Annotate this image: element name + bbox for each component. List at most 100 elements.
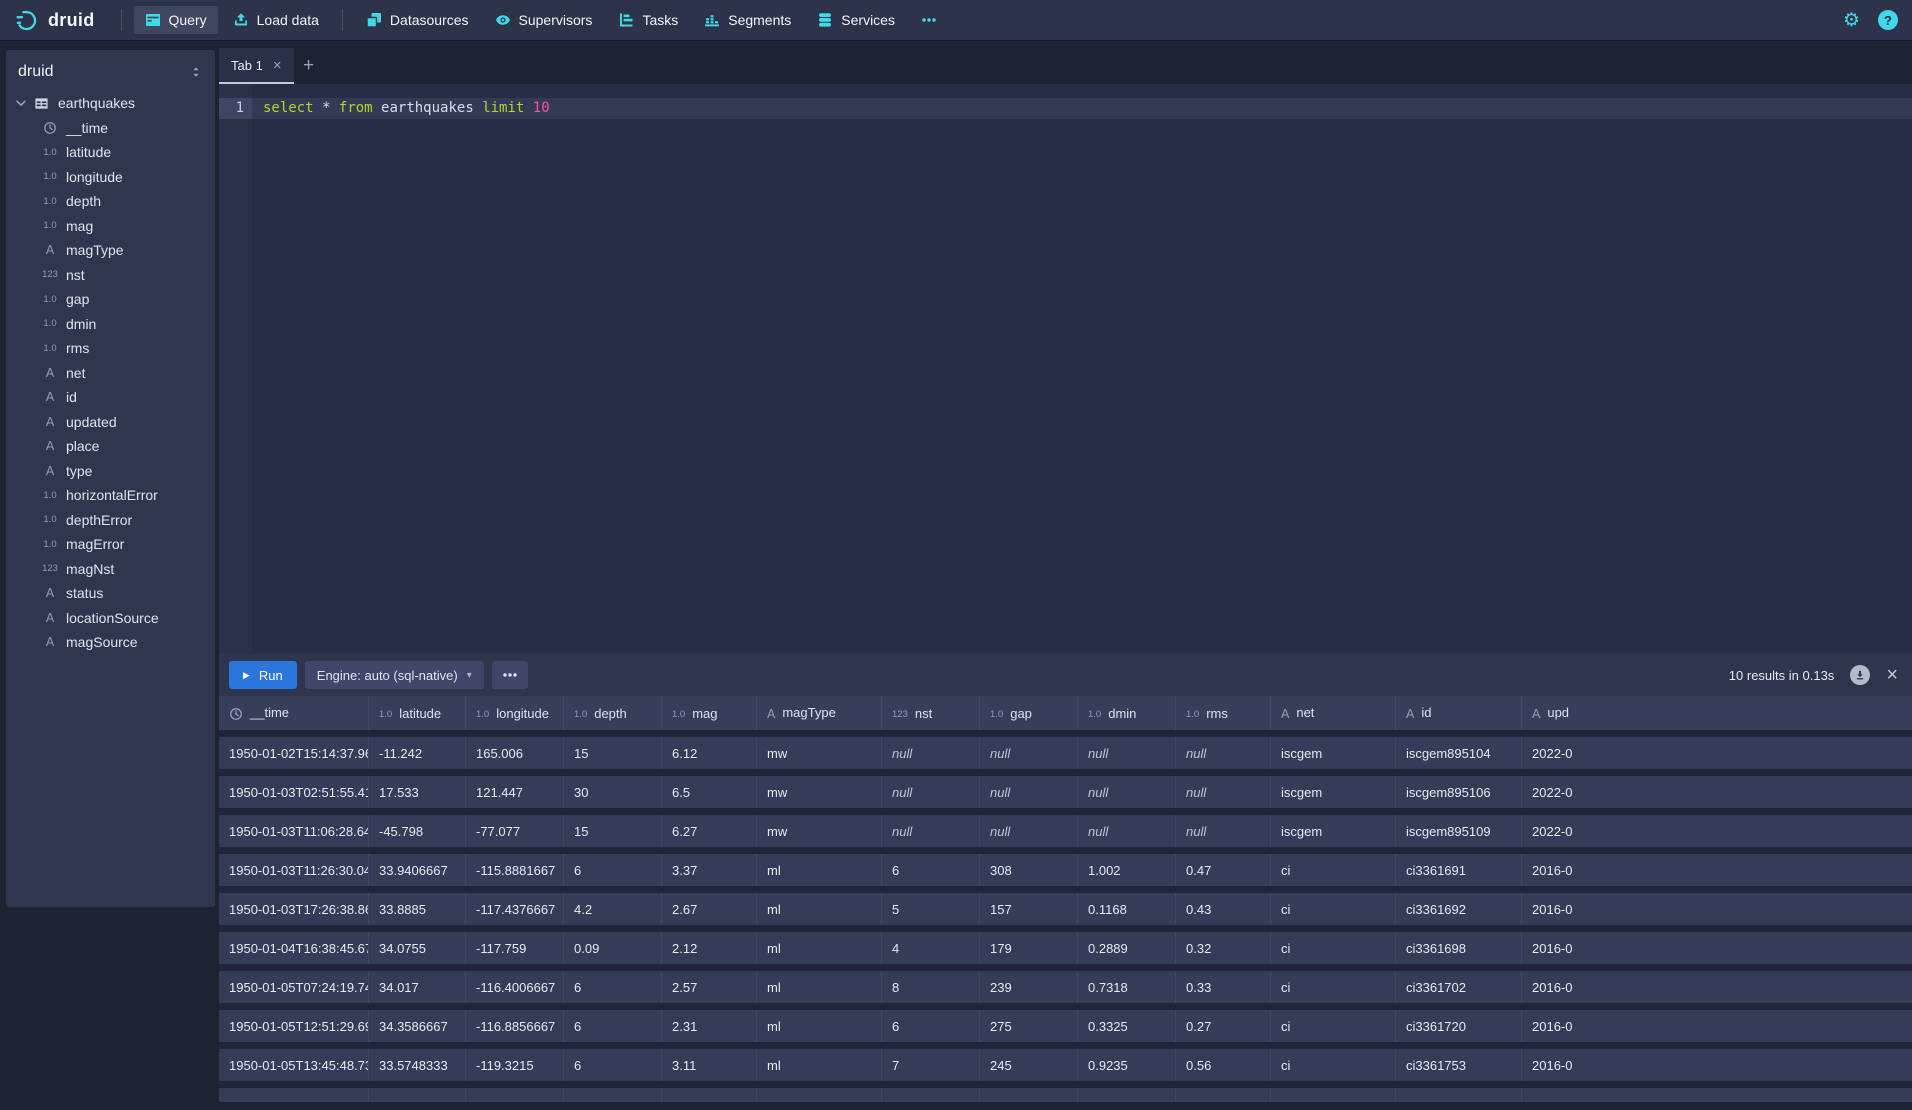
table-cell[interactable]: 34.0755 [369,932,466,964]
table-cell[interactable]: 2022-0 [1522,815,1912,847]
table-cell[interactable]: 30 [564,776,662,808]
table-cell[interactable]: 2.12 [662,932,757,964]
table-cell[interactable]: 2022-0 [1522,737,1912,769]
table-cell[interactable]: ml [757,1010,882,1042]
download-icon[interactable] [1850,665,1870,685]
table-cell[interactable]: null [1176,815,1271,847]
column-item-nst[interactable]: 123nst [6,263,215,288]
table-cell[interactable]: null [882,776,980,808]
table-cell[interactable] [882,1088,980,1102]
table-cell[interactable]: 2.31 [662,1010,757,1042]
table-cell[interactable]: 8 [882,971,980,1003]
table-cell[interactable]: ci3361753 [1396,1049,1522,1081]
gear-icon[interactable]: ⚙ [1843,11,1860,30]
table-cell[interactable]: 6 [564,971,662,1003]
table-cell[interactable]: 34.017 [369,971,466,1003]
table-cell[interactable]: 1950-01-04T16:38:45.670Z [219,932,369,964]
table-cell[interactable]: 0.47 [1176,854,1271,886]
table-cell[interactable]: -119.3215 [466,1049,564,1081]
table-cell[interactable]: ml [757,1049,882,1081]
chevron-down-icon[interactable] [14,96,32,110]
table-cell[interactable]: 1950-01-05T07:24:19.740Z [219,971,369,1003]
column-header-gap[interactable]: 1.0gap [980,696,1078,730]
table-cell[interactable]: ci [1271,971,1396,1003]
table-cell[interactable]: null [980,815,1078,847]
table-cell[interactable]: ml [757,932,882,964]
table-cell[interactable]: ci3361720 [1396,1010,1522,1042]
table-cell[interactable]: -77.077 [466,815,564,847]
table-cell[interactable]: 6.12 [662,737,757,769]
schema-selector[interactable]: druid [6,50,215,91]
table-cell[interactable]: 1950-01-05T13:45:48.730Z [219,1049,369,1081]
query-more-button[interactable] [492,661,528,689]
column-item-magSource[interactable]: AmagSource [6,630,215,655]
table-cell[interactable]: 6 [882,1010,980,1042]
table-cell[interactable]: 2016-0 [1522,893,1912,925]
nav-item-load-data[interactable]: Load data [222,6,330,34]
table-cell[interactable]: null [1078,776,1176,808]
table-cell[interactable]: iscgem895109 [1396,815,1522,847]
table-cell[interactable]: 1.002 [1078,854,1176,886]
nav-item-more[interactable] [910,6,948,34]
column-header-latitude[interactable]: 1.0latitude [369,696,466,730]
table-cell[interactable]: 17.533 [369,776,466,808]
table-cell[interactable]: ci3361702 [1396,971,1522,1003]
table-cell[interactable]: 33.8885 [369,893,466,925]
table-cell[interactable]: 0.56 [1176,1049,1271,1081]
table-cell[interactable]: null [980,737,1078,769]
table-cell[interactable]: 5 [882,893,980,925]
column-header-id[interactable]: Aid [1396,696,1522,730]
table-cell[interactable]: ci [1271,854,1396,886]
table-cell[interactable]: 0.1168 [1078,893,1176,925]
table-cell[interactable]: -116.8856667 [466,1010,564,1042]
column-item-gap[interactable]: 1.0gap [6,287,215,312]
table-cell[interactable]: 4.2 [564,893,662,925]
column-item-depthError[interactable]: 1.0depthError [6,508,215,533]
table-cell[interactable]: 1950-01-03T11:26:30.040Z [219,854,369,886]
table-cell[interactable]: null [980,776,1078,808]
table-cell[interactable]: ci [1271,1049,1396,1081]
column-item-magType[interactable]: AmagType [6,238,215,263]
table-cell[interactable]: null [1176,737,1271,769]
table-cell[interactable]: 0.2889 [1078,932,1176,964]
table-cell[interactable]: 1950-01-05T12:51:29.690Z [219,1010,369,1042]
table-cell[interactable]: 4 [882,932,980,964]
column-item-latitude[interactable]: 1.0latitude [6,140,215,165]
table-cell[interactable] [466,1088,564,1102]
column-item-horizontalError[interactable]: 1.0horizontalError [6,483,215,508]
column-item-net[interactable]: Anet [6,361,215,386]
column-header-dmin[interactable]: 1.0dmin [1078,696,1176,730]
table-cell[interactable]: 2.57 [662,971,757,1003]
close-results-icon[interactable]: × [1886,665,1898,685]
column-header-upd[interactable]: Aupd [1522,696,1912,730]
column-header-__time[interactable]: __time [219,696,369,730]
column-item-locationSource[interactable]: AlocationSource [6,606,215,631]
table-cell[interactable] [662,1088,757,1102]
table-cell[interactable]: 6 [564,854,662,886]
table-cell[interactable]: 6.27 [662,815,757,847]
table-cell[interactable]: 2016-0 [1522,854,1912,886]
table-cell[interactable]: ml [757,971,882,1003]
table-cell[interactable]: 0.27 [1176,1010,1271,1042]
table-cell[interactable]: ml [757,854,882,886]
table-cell[interactable] [564,1088,662,1102]
column-header-magType[interactable]: AmagType [757,696,882,730]
table-cell[interactable]: 0.09 [564,932,662,964]
table-cell[interactable]: mw [757,776,882,808]
column-item-__time[interactable]: __time [6,116,215,141]
column-item-updated[interactable]: Aupdated [6,410,215,435]
column-item-status[interactable]: Astatus [6,581,215,606]
column-item-magError[interactable]: 1.0magError [6,532,215,557]
table-cell[interactable]: 0.3325 [1078,1010,1176,1042]
table-cell[interactable]: ci3361698 [1396,932,1522,964]
table-cell[interactable]: 2016-0 [1522,971,1912,1003]
table-cell[interactable]: 165.006 [466,737,564,769]
table-cell[interactable]: 2.67 [662,893,757,925]
table-cell[interactable]: null [1078,815,1176,847]
table-cell[interactable]: iscgem [1271,737,1396,769]
table-cell[interactable] [369,1088,466,1102]
table-cell[interactable]: iscgem [1271,776,1396,808]
table-cell[interactable]: 0.33 [1176,971,1271,1003]
table-cell[interactable]: ml [757,893,882,925]
table-cell[interactable]: 0.43 [1176,893,1271,925]
